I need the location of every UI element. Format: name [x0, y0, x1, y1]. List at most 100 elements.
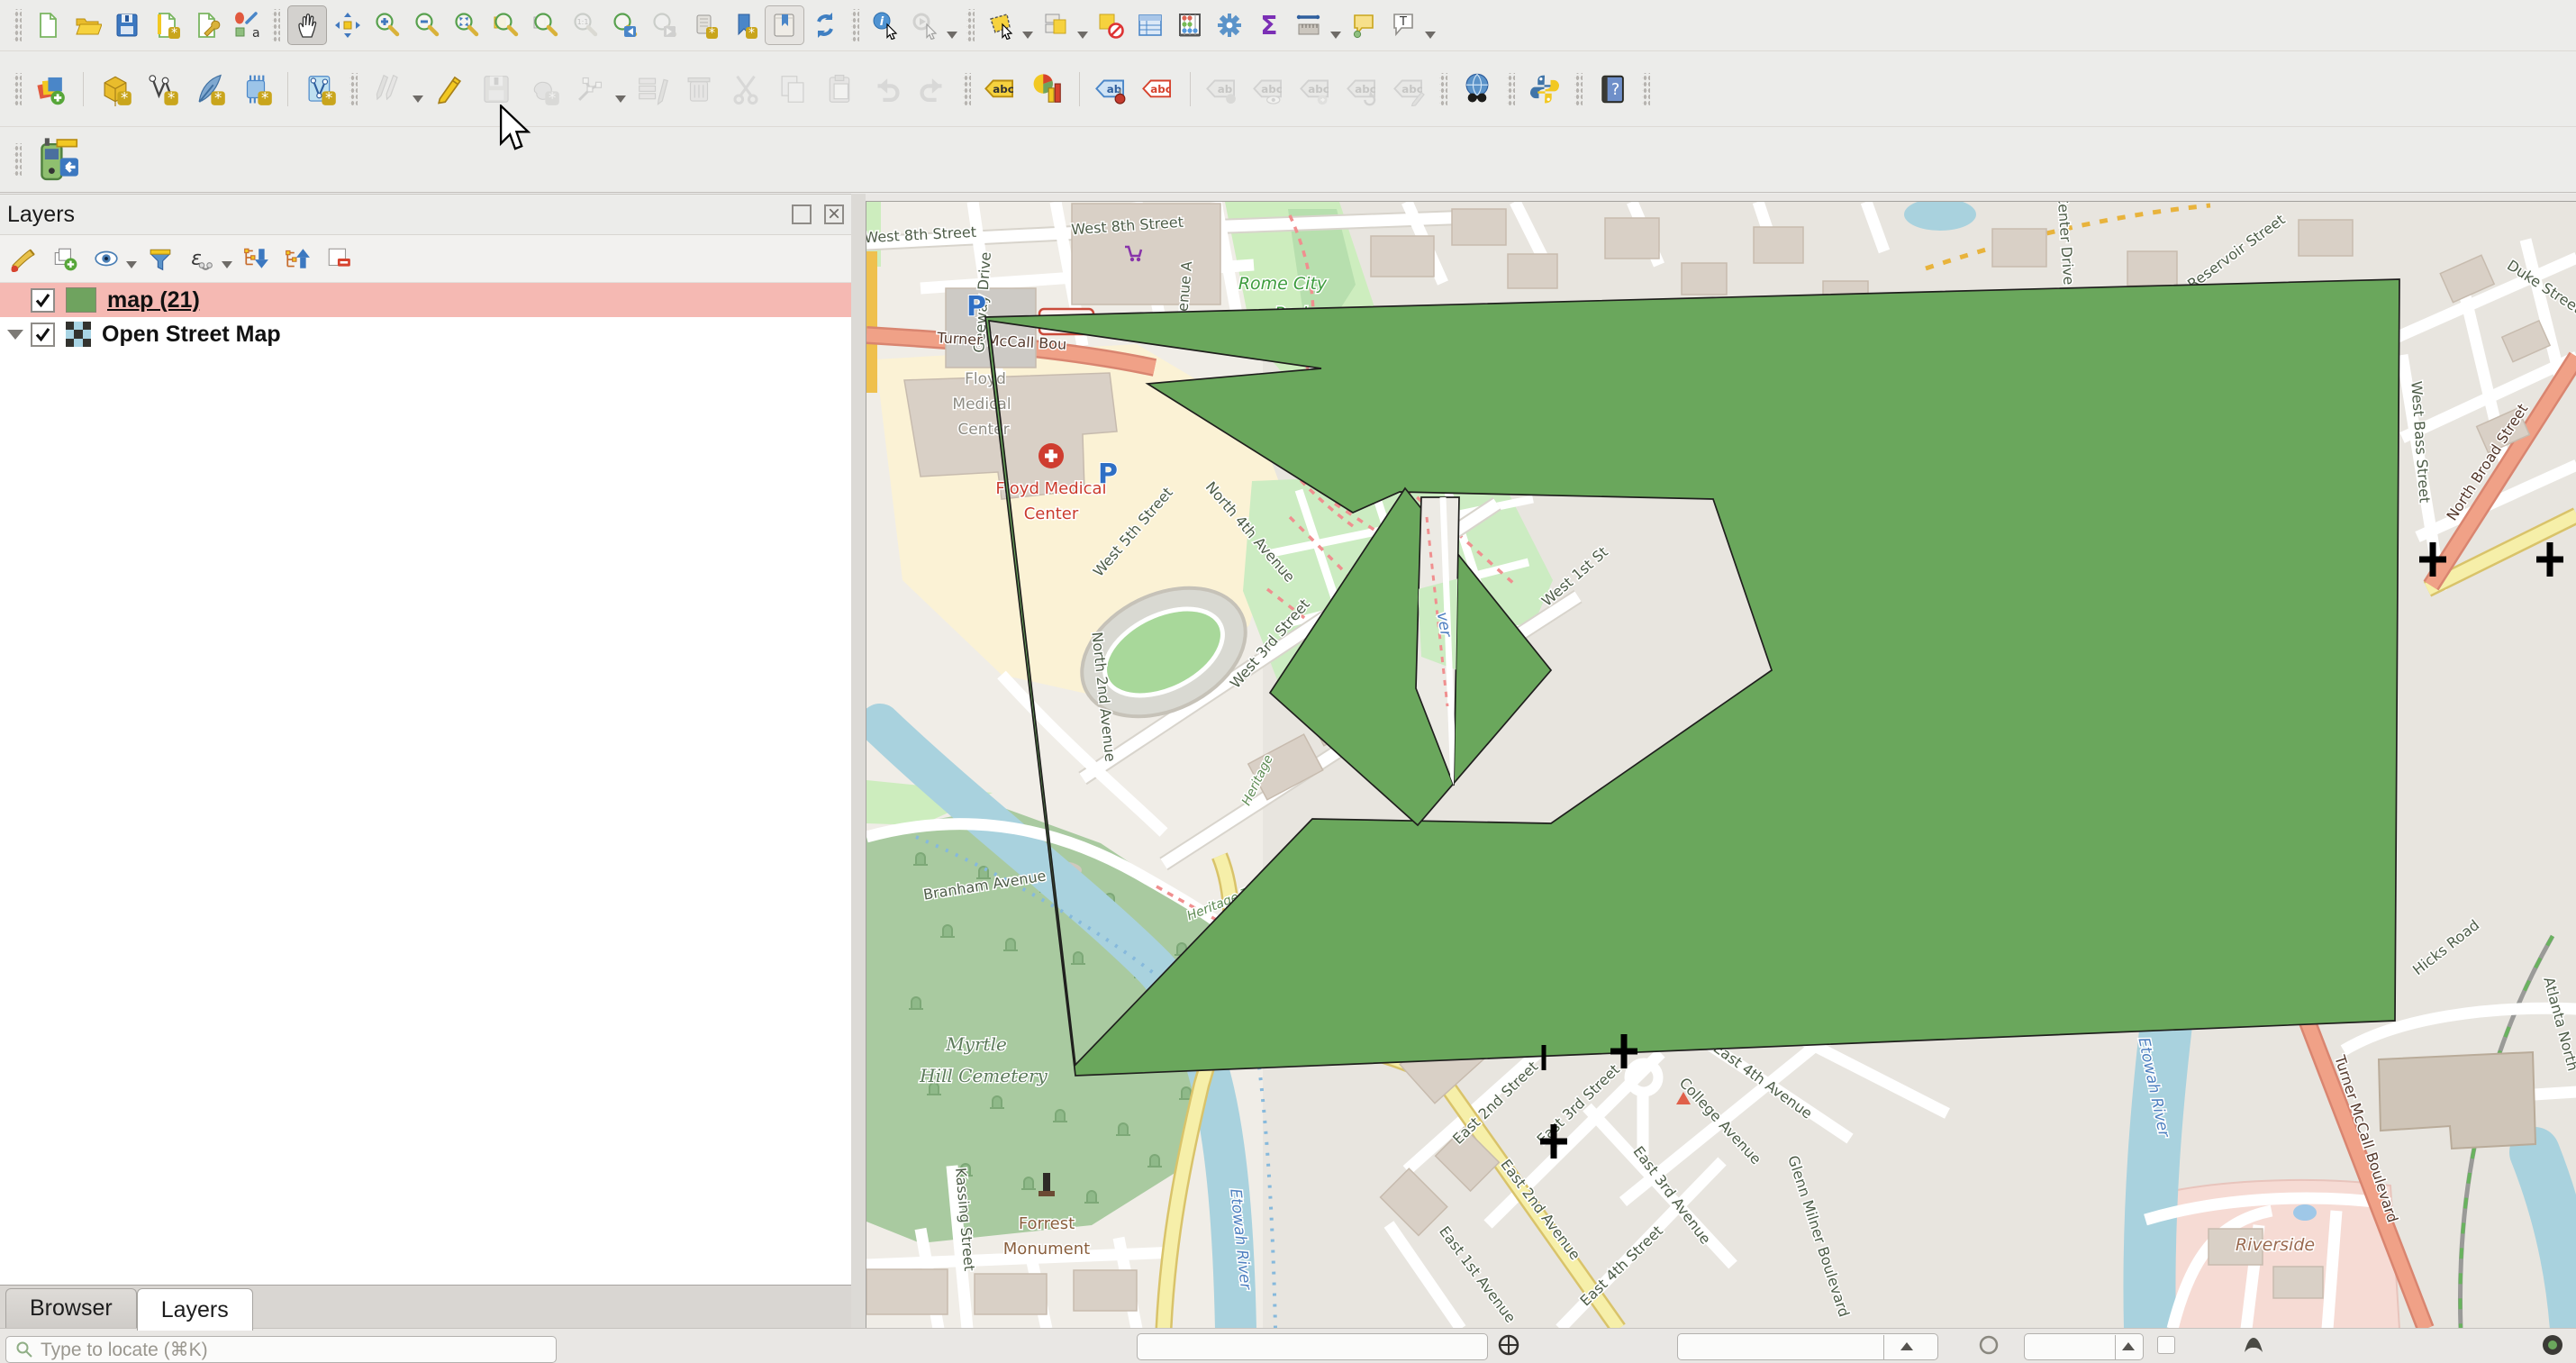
toolbar-drag-handle[interactable]	[966, 9, 975, 41]
filter-legend-by-expression-button[interactable]: ε	[184, 241, 220, 277]
show-layout-manager-button[interactable]	[187, 6, 225, 44]
zoom-out-button[interactable]	[408, 6, 446, 44]
tab-browser[interactable]: Browser	[5, 1288, 137, 1328]
pan-map-to-selection-button[interactable]	[329, 6, 367, 44]
layer-labeling-options-button[interactable]: abc	[978, 67, 1023, 112]
zoom-to-selection-button[interactable]	[487, 6, 525, 44]
highlight-pinned-labels-button[interactable]: abc	[1136, 67, 1181, 112]
open-field-calculator-button[interactable]	[1171, 6, 1209, 44]
help-contents-button[interactable]: ?	[1590, 67, 1635, 112]
new-project-button[interactable]	[29, 6, 67, 44]
float-panel-icon[interactable]	[792, 204, 812, 224]
toolbar-drag-handle[interactable]	[963, 73, 971, 105]
python-console-button[interactable]	[1522, 67, 1567, 112]
collapse-all-button[interactable]	[279, 241, 315, 277]
new-print-layout-button[interactable]: *	[148, 6, 186, 44]
select-features-by-value-dropdown-icon[interactable]	[1077, 32, 1088, 39]
select-features-dropdown-icon[interactable]	[1022, 32, 1033, 39]
tab-layers[interactable]: Layers	[137, 1288, 253, 1331]
toolbar-drag-handle[interactable]	[1507, 73, 1515, 105]
zoom-last-button[interactable]	[606, 6, 644, 44]
gps-tools-button[interactable]	[29, 132, 88, 186]
new-virtual-layer-button[interactable]: *	[233, 67, 278, 112]
render-checkbox[interactable]	[2157, 1336, 2175, 1354]
measure-line-dropdown-icon[interactable]	[1330, 32, 1341, 39]
toolbar-drag-handle[interactable]	[14, 73, 22, 105]
toolbar-drag-handle[interactable]	[1642, 73, 1650, 105]
magnifier-spinbox[interactable]	[2024, 1333, 2144, 1360]
scale-combo[interactable]	[1677, 1333, 1938, 1360]
new-mesh-layer-button[interactable]: *	[297, 67, 342, 112]
remove-layer-group-button[interactable]	[321, 241, 357, 277]
add-group-button[interactable]	[47, 241, 83, 277]
open-data-source-manager-button[interactable]	[29, 67, 74, 112]
cut-icon	[729, 72, 763, 106]
style-manager-button[interactable]: a	[227, 6, 265, 44]
deselect-icon	[1096, 11, 1125, 40]
select-features-button[interactable]	[982, 6, 1020, 44]
layer-checkbox[interactable]	[31, 288, 55, 313]
deselect-features-button[interactable]	[1092, 6, 1129, 44]
toolbar-drag-handle[interactable]	[14, 143, 22, 176]
toolbar-drag-handle[interactable]	[851, 9, 859, 41]
vertex-tool-dropdown-icon[interactable]	[615, 95, 626, 103]
layer-item-map-21[interactable]: map (21)	[0, 283, 851, 317]
manage-map-themes-dropdown-icon[interactable]	[126, 261, 137, 268]
expand-caret-icon[interactable]	[7, 330, 23, 340]
layer-checkbox[interactable]	[31, 323, 55, 347]
save-project-button[interactable]	[108, 6, 146, 44]
map-canvas[interactable]: West 8th StreetWest 8th StreetGeeway Dri…	[866, 201, 2576, 1329]
toolbar-drag-handle[interactable]	[1574, 73, 1583, 105]
text-annotation-button[interactable]: T	[1384, 6, 1422, 44]
map-tips-button[interactable]	[1345, 6, 1383, 44]
new-shapefile-layer-button[interactable]: *	[140, 67, 185, 112]
filter-legend-button[interactable]	[142, 241, 178, 277]
crs-icon[interactable]	[2540, 1332, 2565, 1358]
current-edits-dropdown-icon[interactable]	[413, 95, 423, 103]
show-spatial-bookmarks-button[interactable]	[765, 5, 804, 45]
data-source-manager-icon	[34, 72, 68, 106]
layer-item-open-street-map[interactable]: Open Street Map	[0, 317, 851, 351]
layer-diagram-options-button[interactable]	[1025, 67, 1070, 112]
toggle-editing-button[interactable]	[427, 67, 472, 112]
show-statistical-summary-button[interactable]: Σ	[1250, 6, 1288, 44]
toolbar-drag-handle[interactable]	[14, 9, 22, 41]
svg-text:*: *	[748, 26, 755, 40]
open-project-button[interactable]	[68, 6, 106, 44]
map-label: Center	[1024, 504, 1079, 523]
new-map-view-button[interactable]: *	[685, 6, 723, 44]
coordinate-box[interactable]	[1137, 1333, 1488, 1360]
new-spatial-bookmark-button[interactable]: *	[725, 6, 763, 44]
measure-line-button[interactable]	[1290, 6, 1328, 44]
toolbar-drag-handle[interactable]	[349, 73, 358, 105]
run-feature-action-dropdown-icon[interactable]	[947, 32, 957, 39]
refresh-map-button[interactable]	[806, 6, 844, 44]
text-annotation-dropdown-icon[interactable]	[1425, 32, 1436, 39]
open-attribute-table-button[interactable]	[1131, 6, 1169, 44]
toolbar-drag-handle[interactable]	[1439, 73, 1447, 105]
zoom-to-layer-button[interactable]	[527, 6, 565, 44]
panel-splitter[interactable]	[851, 194, 866, 1351]
toolbar-drag-handle[interactable]	[272, 9, 280, 41]
svg-text:*: *	[261, 89, 268, 106]
new-geopackage-layer-button[interactable]: *	[93, 67, 138, 112]
pin-unpin-labels-button[interactable]: ab	[1089, 67, 1134, 112]
open-layer-styling-button[interactable]	[5, 241, 41, 277]
expand-all-button[interactable]	[238, 241, 274, 277]
new-spatialite-layer-button[interactable]: *	[186, 67, 231, 112]
magnifier-level-icon[interactable]	[1978, 1334, 2000, 1356]
messages-icon[interactable]	[2241, 1334, 2266, 1356]
close-panel-icon[interactable]: ×	[824, 204, 844, 224]
filter-legend-by-expression-dropdown-icon[interactable]	[222, 261, 232, 268]
zoom-in-button[interactable]	[368, 6, 406, 44]
select-features-by-value-button[interactable]	[1037, 6, 1075, 44]
metasearch-button[interactable]	[1455, 67, 1500, 112]
processing-toolbox-button[interactable]	[1211, 6, 1248, 44]
zoom-out-icon	[413, 11, 441, 40]
zoom-full-button[interactable]	[448, 6, 485, 44]
pan-map-button[interactable]	[287, 5, 327, 45]
identify-features-button[interactable]: i	[866, 6, 904, 44]
manage-map-themes-button[interactable]	[88, 241, 124, 277]
locator-search[interactable]: Type to locate (⌘K)	[5, 1336, 557, 1363]
extents-icon[interactable]	[1497, 1333, 1520, 1357]
